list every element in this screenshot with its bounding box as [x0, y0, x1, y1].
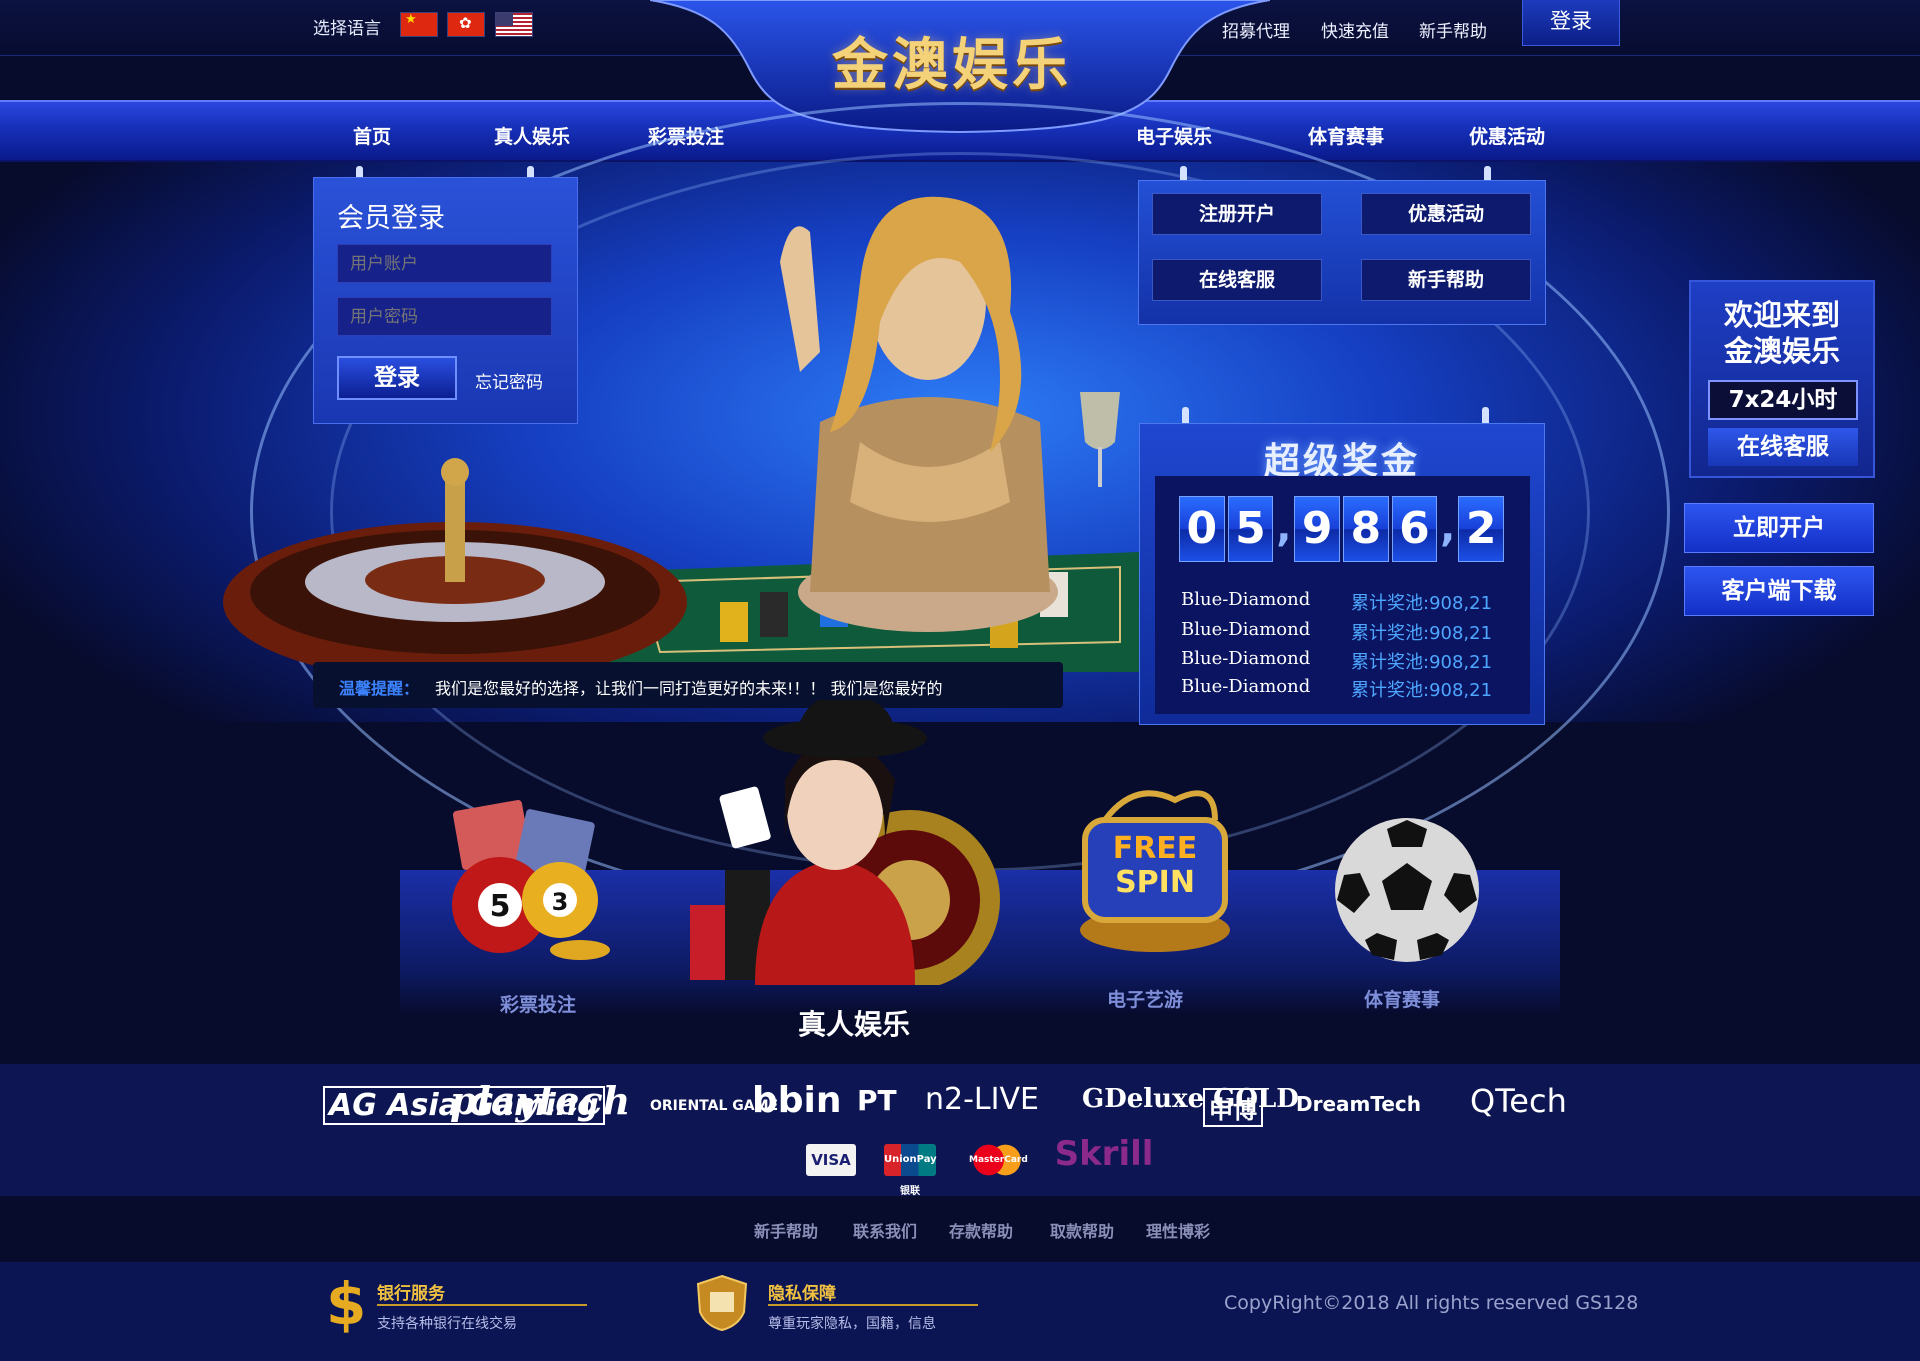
quick-recharge-link[interactable]: 快速充值	[1321, 17, 1389, 42]
payment-mastercard-icon: MasterCard	[969, 1144, 1028, 1176]
prize-pool: 累计奖池:908,21	[1351, 593, 1493, 614]
jackpot-digit: 5	[1227, 496, 1274, 562]
welcome-line-2: 金澳娱乐	[1723, 334, 1840, 368]
jackpot-digit: 6	[1391, 496, 1438, 562]
language-label: 选择语言	[313, 19, 381, 39]
privacy-title: 隐私保障	[768, 1284, 836, 1304]
jackpot-panel: 超级奖金 0 5 , 9 8 6 , 2 Blue-Diamond 累计奖池:9…	[1139, 423, 1545, 725]
float-online-service-button[interactable]: 在线客服	[1708, 428, 1858, 466]
dollar-icon: $	[326, 1270, 367, 1338]
soccer-ball-icon[interactable]	[1332, 815, 1482, 965]
login-title: 会员登录	[337, 203, 445, 234]
jackpot-separator: ,	[1440, 505, 1456, 551]
prize-row: Blue-Diamond 累计奖池:908,21	[1181, 619, 1492, 644]
footer-links: 新手帮助 联系我们 存款帮助 取款帮助 理性博彩	[0, 1196, 1920, 1262]
member-login-panel: 会员登录 登录 忘记密码	[313, 177, 578, 424]
prize-name: Blue-Diamond	[1181, 648, 1311, 669]
divider	[377, 1304, 587, 1306]
notice-text: 我们是您最好的选择，让我们一同打造更好的未来!！！ 我们是您最好的	[435, 679, 943, 698]
partner-logo-bbin: bbin	[752, 1080, 842, 1121]
jackpot-digit: 2	[1458, 496, 1504, 562]
partner-logo-gold-deluxe: GDeluxe GOLD	[1082, 1084, 1299, 1114]
payment-unionpay-icon: UnionPay 银联	[884, 1144, 937, 1197]
copyright-text: CopyRight©2018 All rights reserved GS128	[1224, 1292, 1639, 1314]
jackpot-board: 0 5 , 9 8 6 , 2 Blue-Diamond 累计奖池:908,21…	[1155, 476, 1530, 714]
password-input[interactable]	[337, 297, 552, 336]
nav-promotions[interactable]: 优惠活动	[1469, 122, 1545, 149]
hero-banner	[0, 102, 1920, 922]
jackpot-separator: ,	[1276, 505, 1292, 551]
bank-service-title: 银行服务	[377, 1284, 445, 1304]
prize-name: Blue-Diamond	[1181, 619, 1311, 640]
login-submit-button[interactable]: 登录	[337, 356, 457, 400]
slot-machine-icon[interactable]: FREE SPIN	[1065, 780, 1245, 960]
jackpot-counter: 0 5 , 9 8 6 , 2	[1179, 496, 1504, 562]
login-button[interactable]: 登录	[1522, 0, 1620, 46]
shield-icon	[696, 1274, 748, 1332]
client-download-button[interactable]: 客户端下载	[1684, 566, 1874, 616]
site-logo[interactable]: 金澳娱乐	[832, 20, 1072, 101]
prize-name: Blue-Diamond	[1181, 589, 1311, 610]
nav-sports[interactable]: 体育赛事	[1308, 122, 1384, 149]
footer-withdraw-help-link[interactable]: 取款帮助	[1050, 1218, 1114, 1242]
footer-deposit-help-link[interactable]: 存款帮助	[949, 1218, 1013, 1242]
bank-service-subtitle: 支持各种银行在线交易	[377, 1316, 517, 1332]
game-slots-label[interactable]: 电子艺游	[1107, 985, 1183, 1012]
svg-text:5: 5	[490, 889, 511, 924]
game-lottery-label[interactable]: 彩票投注	[500, 990, 576, 1017]
prize-pool: 累计奖池:908,21	[1351, 680, 1493, 701]
prize-name: Blue-Diamond	[1181, 676, 1311, 697]
partner-logo-playtech: playtech	[450, 1078, 631, 1123]
username-input[interactable]	[337, 244, 552, 283]
svg-text:SPIN: SPIN	[1115, 865, 1195, 900]
partner-logos-strip: AG Asia Gaming playtech ORIENTAL GAME bb…	[0, 1064, 1920, 1196]
jackpot-digit: 0	[1179, 496, 1225, 562]
svg-text:3: 3	[552, 888, 569, 916]
forgot-password-link[interactable]: 忘记密码	[475, 368, 543, 393]
live-dealer-icon[interactable]	[685, 700, 1015, 985]
jackpot-digit: 9	[1294, 496, 1340, 562]
divider	[768, 1304, 978, 1306]
privacy-subtitle: 尊重玩家隐私，国籍，信息	[768, 1316, 936, 1332]
promotions-button[interactable]: 优惠活动	[1361, 193, 1531, 235]
nav-home[interactable]: 首页	[353, 122, 391, 149]
partner-logo-sunbet: 申博	[1203, 1088, 1263, 1127]
footer-newbie-help-link[interactable]: 新手帮助	[754, 1218, 818, 1242]
partner-logo-n2live: n2-LIVE	[925, 1082, 1039, 1117]
partner-logo-pt: PT	[857, 1084, 897, 1117]
footer-responsible-gaming-link[interactable]: 理性博彩	[1146, 1218, 1210, 1242]
prize-row: Blue-Diamond 累计奖池:908,21	[1181, 648, 1492, 673]
register-account-button[interactable]: 注册开户	[1152, 193, 1322, 235]
footer-contact-link[interactable]: 联系我们	[853, 1218, 917, 1242]
jackpot-digit: 8	[1342, 496, 1389, 562]
newbie-help-button[interactable]: 新手帮助	[1361, 259, 1531, 301]
game-sports-label[interactable]: 体育赛事	[1364, 985, 1440, 1012]
hongkong-flag-icon[interactable]	[447, 12, 485, 37]
service-hours: 7x24小时	[1708, 380, 1858, 420]
prize-pool: 累计奖池:908,21	[1351, 652, 1493, 673]
payment-visa-icon: VISA	[806, 1144, 856, 1176]
prize-row: Blue-Diamond 累计奖池:908,21	[1181, 676, 1492, 701]
partner-logo-dreamtech: DreamTech	[1296, 1092, 1422, 1116]
nav-live-casino[interactable]: 真人娱乐	[494, 122, 570, 149]
china-flag-icon[interactable]	[400, 12, 438, 37]
prize-pool: 累计奖池:908,21	[1351, 623, 1493, 644]
online-support-button[interactable]: 在线客服	[1152, 259, 1322, 301]
quick-actions-panel: 注册开户 优惠活动 在线客服 新手帮助	[1138, 180, 1546, 325]
prize-row: Blue-Diamond 累计奖池:908,21	[1181, 589, 1492, 614]
svg-text:FREE: FREE	[1113, 831, 1198, 866]
lottery-icon[interactable]: 5 3	[435, 800, 615, 970]
open-account-button[interactable]: 立即开户	[1684, 503, 1874, 553]
partner-logo-qtech: QTech	[1470, 1082, 1567, 1120]
welcome-float-panel: 欢迎来到 金澳娱乐 7x24小时 在线客服	[1689, 280, 1875, 478]
usa-flag-icon[interactable]	[495, 12, 533, 37]
game-live-label[interactable]: 真人娱乐	[798, 1003, 910, 1043]
notice-label: 温馨提醒：	[339, 679, 420, 698]
payment-skrill-icon: Skrill	[1054, 1134, 1154, 1174]
newbie-help-link[interactable]: 新手帮助	[1419, 17, 1487, 42]
